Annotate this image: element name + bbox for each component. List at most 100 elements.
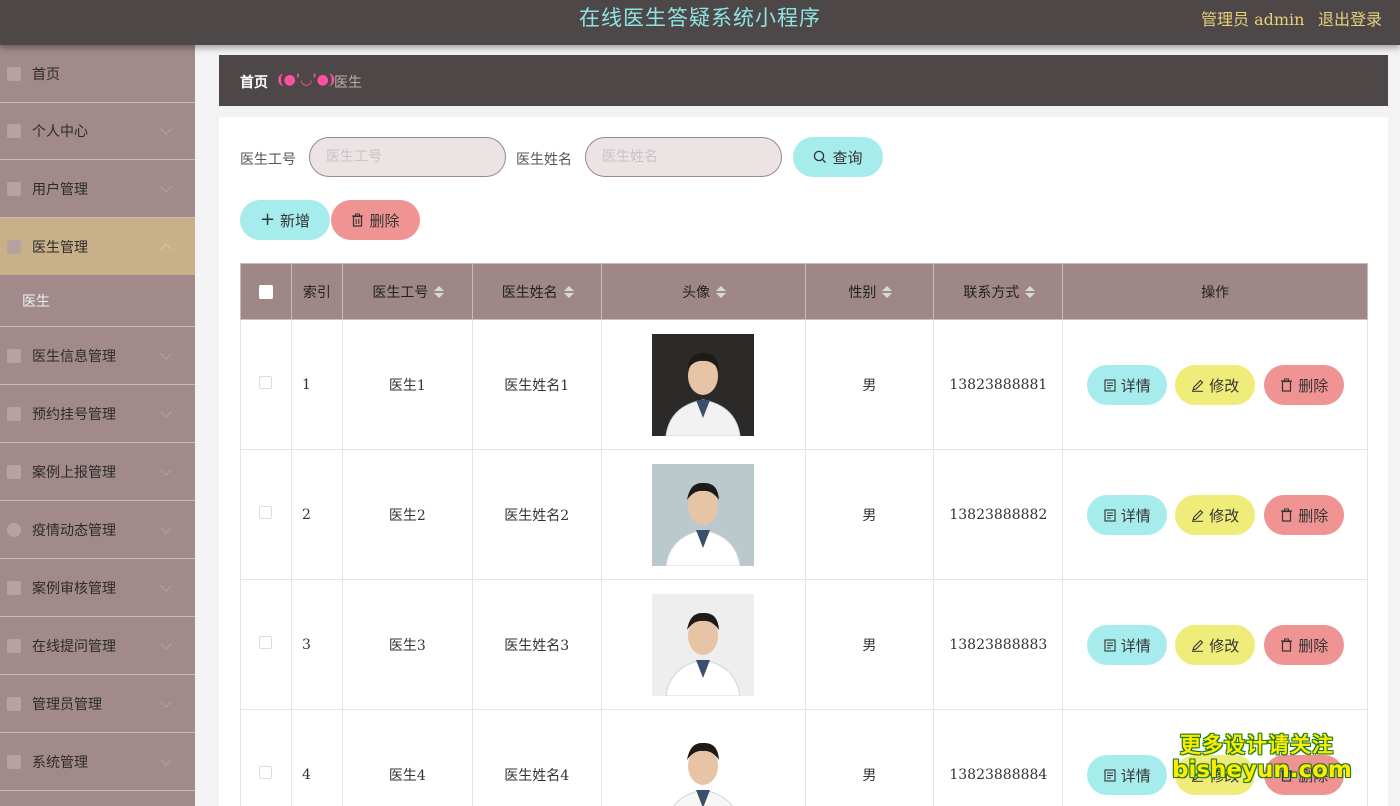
- search-icon: [814, 150, 827, 163]
- sort-icon[interactable]: [1025, 286, 1033, 298]
- cell-index: 4: [290, 709, 343, 806]
- chevron-down-icon: [160, 753, 172, 766]
- sidebar-item-appointments[interactable]: 预约挂号管理: [0, 385, 195, 443]
- cell-avatar: [600, 709, 806, 806]
- doctor-avatar[interactable]: [652, 333, 755, 436]
- chevron-down-icon: [160, 122, 172, 135]
- row-select-cell: [240, 709, 292, 806]
- row-checkbox[interactable]: [259, 636, 273, 649]
- cell-actions: 详情 修改 删除: [1062, 449, 1368, 580]
- cell-actions: 详情 修改 删除: [1062, 319, 1368, 450]
- cell-doctor-name: 医生姓名2: [471, 449, 602, 580]
- table-header-row: 索引 医生工号 医生姓名 头像 性别 联系方式 操作: [240, 263, 1368, 320]
- top-bar: 在线医生答疑系统小程序 管理员 admin 退出登录: [0, 0, 1400, 45]
- question-icon: [7, 638, 21, 653]
- sidebar-item-case-reports[interactable]: 案例上报管理: [0, 443, 195, 501]
- column-header-gender[interactable]: 性别: [804, 263, 935, 320]
- row-checkbox[interactable]: [259, 766, 273, 779]
- row-select-cell: [240, 319, 292, 450]
- row-delete-button[interactable]: 删除: [1264, 365, 1345, 405]
- sidebar-item-epidemic-news[interactable]: 疫情动态管理: [0, 501, 195, 559]
- sidebar-item-doctor-info[interactable]: 医生信息管理: [0, 327, 195, 385]
- edit-icon: [1192, 509, 1204, 522]
- column-header-avatar[interactable]: 头像: [600, 263, 806, 320]
- sidebar-item-online-questions[interactable]: 在线提问管理: [0, 617, 195, 675]
- watermark-line1: 更多设计请关注: [1180, 733, 1334, 757]
- doctor-avatar[interactable]: [652, 723, 755, 806]
- sidebar-item-label: 用户管理: [32, 181, 88, 198]
- flag-icon: [7, 754, 21, 769]
- breadcrumb: 首页 (●'◡'●) 医生: [219, 55, 1388, 106]
- detail-button[interactable]: 详情: [1087, 755, 1168, 795]
- sidebar-item-profile[interactable]: 个人中心: [0, 102, 195, 160]
- sort-icon[interactable]: [716, 286, 724, 298]
- row-checkbox[interactable]: [259, 376, 273, 389]
- edit-button[interactable]: 修改: [1175, 495, 1256, 535]
- sidebar-item-label: 疫情动态管理: [32, 522, 116, 539]
- row-delete-button[interactable]: 删除: [1264, 625, 1345, 665]
- column-header-actions: 操作: [1062, 263, 1368, 320]
- cell-avatar: [600, 449, 806, 580]
- sidebar-item-admins[interactable]: 管理员管理: [0, 675, 195, 733]
- sidebar-item-label: 案例上报管理: [32, 464, 116, 481]
- chevron-down-icon: [160, 405, 172, 418]
- sort-icon[interactable]: [882, 286, 890, 298]
- column-header-label: 联系方式: [963, 284, 1020, 301]
- select-all-checkbox[interactable]: [258, 284, 273, 299]
- home-icon: [7, 66, 21, 81]
- column-header-index: 索引: [290, 263, 343, 320]
- column-header-phone[interactable]: 联系方式: [933, 263, 1064, 320]
- trash-icon: [1281, 638, 1293, 652]
- sidebar-item-users[interactable]: 用户管理: [0, 160, 195, 218]
- sidebar-item-label: 在线提问管理: [32, 638, 116, 655]
- detail-button-label: 详情: [1120, 376, 1151, 395]
- search-button-label: 查询: [832, 148, 863, 167]
- sidebar-item-case-audit[interactable]: 案例审核管理: [0, 559, 195, 617]
- sidebar-item-label: 案例审核管理: [32, 580, 116, 597]
- row-checkbox[interactable]: [259, 506, 273, 519]
- breadcrumb-home[interactable]: 首页: [240, 72, 268, 92]
- sidebar-item-doctors[interactable]: 医生管理: [0, 218, 195, 276]
- chevron-down-icon: [160, 521, 172, 534]
- briefcase-icon: [7, 406, 21, 421]
- chevron-down-icon: [160, 579, 172, 592]
- sidebar-item-label: 医生管理: [32, 239, 88, 256]
- doctor-avatar[interactable]: [652, 593, 755, 696]
- sidebar-subitem-doctor[interactable]: 医生: [0, 275, 195, 327]
- cell-doctor-id: 医生4: [341, 709, 473, 806]
- logout-link[interactable]: 退出登录: [1318, 6, 1382, 30]
- sidebar-item-home[interactable]: 首页: [0, 45, 195, 103]
- trash-icon: [352, 213, 364, 227]
- row-select-cell: [240, 579, 292, 710]
- sort-icon[interactable]: [434, 286, 442, 298]
- sort-icon[interactable]: [564, 286, 572, 298]
- doctor-avatar[interactable]: [652, 463, 755, 566]
- bulk-delete-button[interactable]: 删除: [331, 200, 420, 240]
- edit-button[interactable]: 修改: [1175, 625, 1256, 665]
- detail-button[interactable]: 详情: [1087, 495, 1168, 535]
- audit-icon: [7, 580, 21, 595]
- chevron-down-icon: [160, 463, 172, 476]
- cell-gender: 男: [804, 319, 935, 450]
- document-icon: [1104, 508, 1116, 522]
- users-icon: [7, 181, 21, 196]
- doctor-name-input[interactable]: [585, 137, 782, 177]
- doctor-id-input[interactable]: [309, 137, 506, 177]
- chevron-down-icon: [160, 180, 172, 193]
- add-button[interactable]: + 新增: [240, 200, 330, 240]
- sidebar-item-label: 首页: [32, 66, 60, 83]
- search-button[interactable]: 查询: [793, 137, 883, 177]
- column-header-doctor-name[interactable]: 医生姓名: [471, 263, 602, 320]
- edit-icon: [1192, 639, 1204, 652]
- detail-button[interactable]: 详情: [1087, 365, 1168, 405]
- row-delete-button[interactable]: 删除: [1264, 495, 1345, 535]
- detail-button[interactable]: 详情: [1087, 625, 1168, 665]
- current-user-label: 管理员 admin: [1201, 10, 1305, 29]
- watermark-line2: bisheyun.com: [1172, 757, 1352, 783]
- column-header-doctor-id[interactable]: 医生工号: [341, 263, 473, 320]
- detail-button-label: 详情: [1120, 766, 1151, 785]
- sidebar-item-system[interactable]: 系统管理: [0, 733, 195, 791]
- sidebar: 首页 个人中心 用户管理 医生管理 医生 医生信息管理 预约挂号管理 案例上报管…: [0, 45, 195, 806]
- edit-button[interactable]: 修改: [1175, 365, 1256, 405]
- cell-index: 3: [290, 579, 343, 710]
